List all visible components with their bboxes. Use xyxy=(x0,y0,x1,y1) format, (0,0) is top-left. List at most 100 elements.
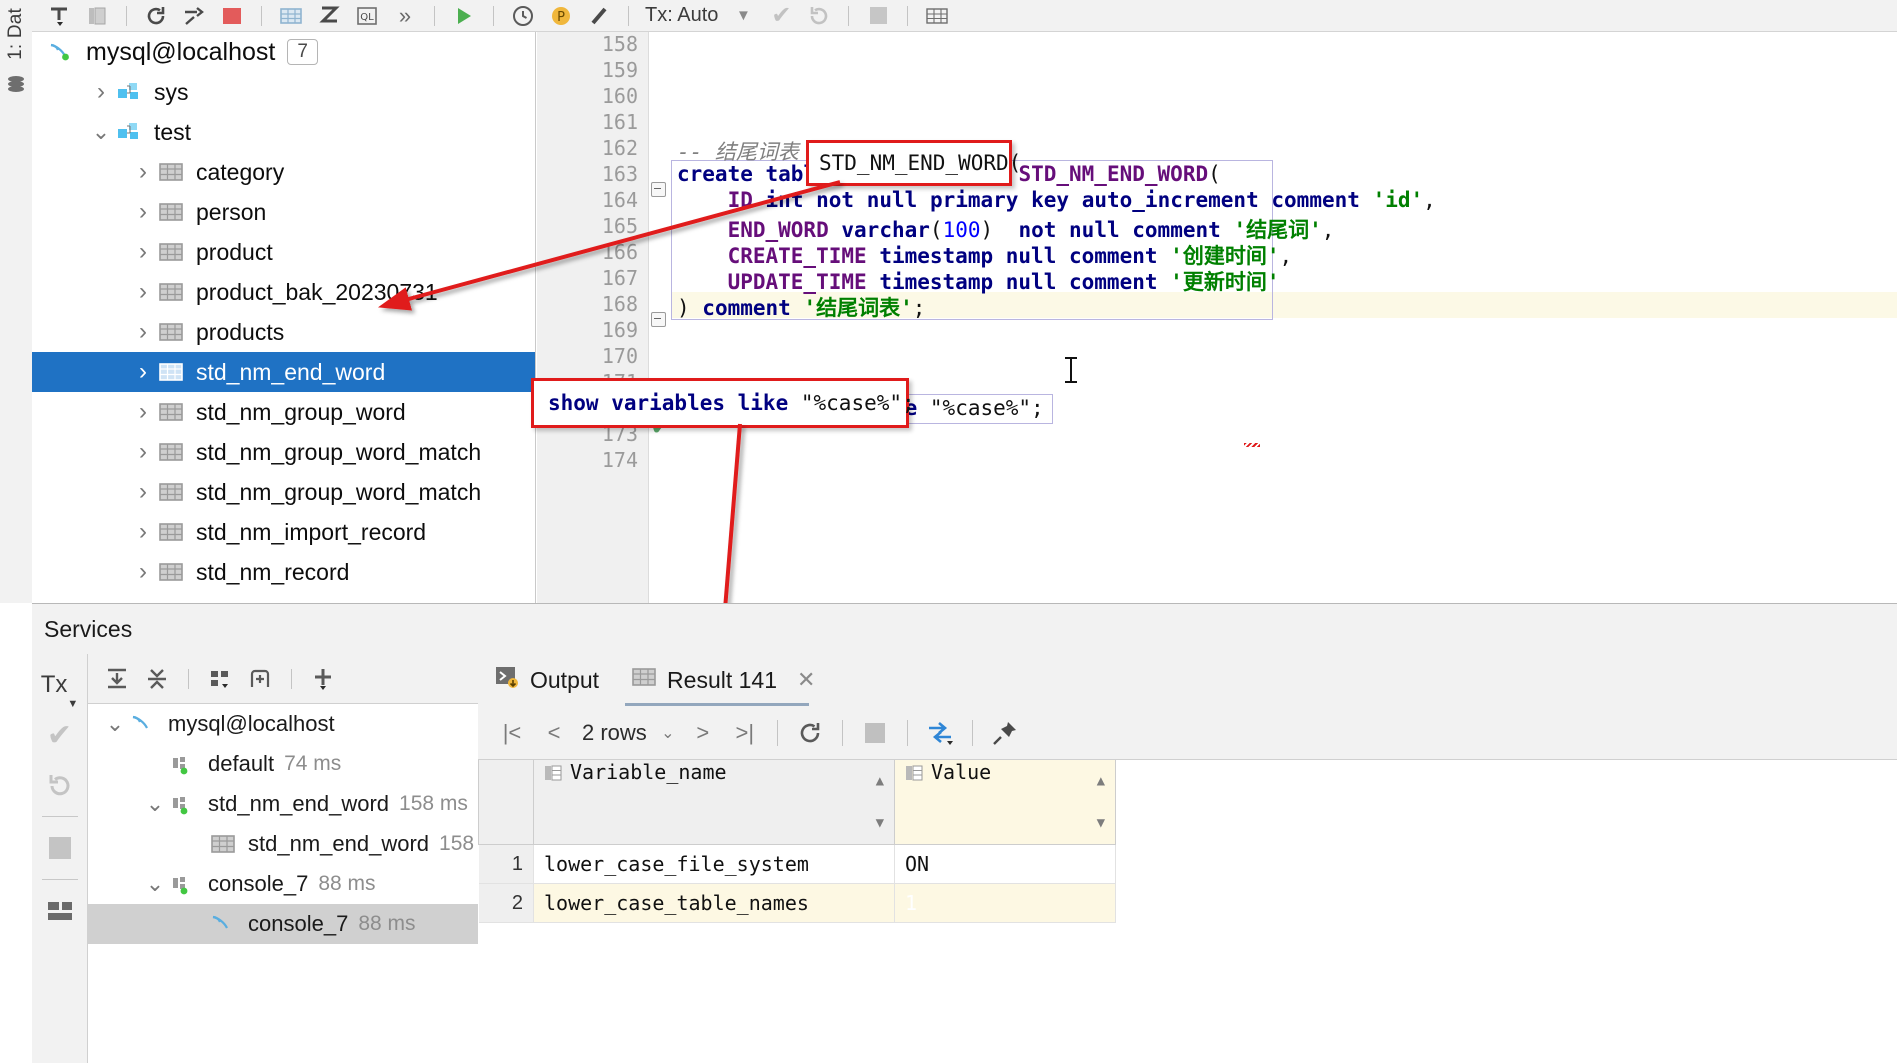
chevron-right-icon[interactable]: › xyxy=(130,438,156,466)
database-icon[interactable] xyxy=(5,74,27,102)
chevron-right-icon[interactable]: › xyxy=(130,278,156,306)
editor-code-area[interactable]: 158159160161162-- 结尾词表163create table if… xyxy=(537,32,1897,603)
pin-icon[interactable] xyxy=(985,713,1025,753)
db-tree-item-test[interactable]: ⌄ test xyxy=(32,112,535,152)
db-tree-item-std_nm_group_word_match[interactable]: › std_nm_group_word_match xyxy=(32,472,535,512)
tx-mode-label[interactable]: Tx: Auto xyxy=(645,4,718,27)
sql-editor[interactable]: 158159160161162-- 结尾词表163create table if… xyxy=(537,32,1897,603)
more-icon[interactable]: » xyxy=(388,2,422,30)
chevron-down-icon[interactable]: ⌄ xyxy=(102,711,128,737)
db-tree-item-category[interactable]: › category xyxy=(32,152,535,192)
last-page-button[interactable]: >| xyxy=(725,713,765,753)
close-icon[interactable]: ✕ xyxy=(797,667,815,693)
row-count-chevron-down-icon[interactable]: ⌄ xyxy=(655,713,681,753)
commit-icon[interactable]: ✔ xyxy=(38,710,82,760)
chevron-right-icon[interactable]: › xyxy=(130,478,156,506)
layout-icon[interactable] xyxy=(38,886,82,936)
services-tree-item-std_nm_end_word[interactable]: std_nm_end_word 158 m xyxy=(88,824,478,864)
services-tree-item-console_7[interactable]: ⌄ console_7 88 ms xyxy=(88,864,478,904)
db-tree-item-products[interactable]: › products xyxy=(32,312,535,352)
result-tab-result-141[interactable]: Result 141 ✕ xyxy=(615,654,831,706)
chevron-right-icon[interactable]: › xyxy=(130,318,156,346)
result-grid[interactable]: Variable_name ▲ ▼ Value ▲ ▼ 1 lower_case_file_… xyxy=(478,760,1897,1063)
chevron-right-icon[interactable]: › xyxy=(130,238,156,266)
db-tree-item-product[interactable]: › product xyxy=(32,232,535,272)
edit-icon[interactable] xyxy=(582,2,616,30)
result-cell[interactable]: lower_case_file_system xyxy=(533,844,895,884)
fold-marker-open[interactable] xyxy=(651,182,666,197)
db-tree-item-sys[interactable]: › sys xyxy=(32,72,535,112)
services-tree-item-console_7[interactable]: console_7 88 ms xyxy=(88,904,478,944)
chevron-right-icon[interactable]: › xyxy=(130,518,156,546)
result-row[interactable]: 2 lower_case_table_names 1 xyxy=(478,883,1116,923)
chevron-right-icon[interactable]: › xyxy=(130,198,156,226)
stop-icon[interactable] xyxy=(215,2,249,30)
add-tab-icon[interactable] xyxy=(243,665,277,693)
chevron-right-icon[interactable]: › xyxy=(130,398,156,426)
chevron-right-icon[interactable]: › xyxy=(130,558,156,586)
database-tree-panel[interactable]: mysql@localhost 7 › sys ⌄ test › category › per… xyxy=(32,32,536,603)
editor-code-line[interactable]: ID int not null primary key auto_increme… xyxy=(677,188,1436,212)
chevron-right-icon[interactable]: › xyxy=(130,358,156,386)
column-header-variable_name[interactable]: Variable_name ▲ ▼ xyxy=(533,760,895,845)
stop-square-icon[interactable] xyxy=(861,2,895,30)
commit-check-icon[interactable]: ✔ xyxy=(764,2,798,30)
copy-icon[interactable] xyxy=(80,2,114,30)
group-by-icon[interactable] xyxy=(203,665,237,693)
rollback-icon[interactable] xyxy=(802,2,836,30)
data-grid-icon[interactable] xyxy=(920,2,954,30)
sync-wrench-icon[interactable] xyxy=(177,2,211,30)
result-row[interactable]: 1 lower_case_file_system ON xyxy=(478,844,1116,884)
services-tree-item-std_nm_end_word[interactable]: ⌄ std_nm_end_word 158 ms xyxy=(88,784,478,824)
services-tree[interactable]: ⌄ mysql@localhost default 74 ms ⌄ std_nm_end_… xyxy=(88,704,479,1063)
expand-all-icon[interactable] xyxy=(100,665,134,693)
chevron-right-icon[interactable]: › xyxy=(130,158,156,186)
chevron-down-icon[interactable]: ⌄ xyxy=(88,119,114,145)
result-cell[interactable]: 1 xyxy=(894,883,1116,923)
add-icon[interactable] xyxy=(42,2,76,30)
database-tool-window-label[interactable]: 1: Dat xyxy=(5,8,27,60)
run-icon[interactable] xyxy=(447,2,481,30)
db-tree-item-std_nm_import_record[interactable]: › std_nm_import_record xyxy=(32,512,535,552)
column-header-value[interactable]: Value ▲ ▼ xyxy=(894,760,1116,845)
profile-icon[interactable]: P xyxy=(544,2,578,30)
table-icon[interactable] xyxy=(274,2,308,30)
chevron-down-icon[interactable]: ⌄ xyxy=(142,791,168,817)
result-cell[interactable]: lower_case_table_names xyxy=(533,883,895,923)
reload-icon[interactable] xyxy=(790,713,830,753)
fold-marker-close[interactable] xyxy=(651,312,666,327)
tx-mode-icon[interactable]: Tx ▼ xyxy=(38,660,82,710)
results-tabbar[interactable]: Output Result 141 ✕ xyxy=(478,654,1897,707)
stop-icon[interactable] xyxy=(855,713,895,753)
refresh-icon[interactable] xyxy=(139,2,173,30)
db-tree-item-std_nm_record[interactable]: › std_nm_record xyxy=(32,552,535,592)
collapse-all-icon[interactable] xyxy=(140,665,174,693)
rollback-icon[interactable] xyxy=(38,760,82,810)
result-table-body[interactable]: 1 lower_case_file_system ON 2 lower_case_tab… xyxy=(478,844,1116,923)
next-page-button[interactable]: > xyxy=(683,713,723,753)
db-tree-item-std_nm_end_word[interactable]: › std_nm_end_word xyxy=(32,352,535,392)
chevron-down-icon[interactable]: ▼ xyxy=(726,2,760,30)
transpose-icon[interactable] xyxy=(920,713,960,753)
first-page-button[interactable]: |< xyxy=(492,713,532,753)
services-tree-item-default[interactable]: default 74 ms xyxy=(88,744,478,784)
prev-page-button[interactable]: < xyxy=(534,713,574,753)
sort-icon[interactable]: ▲ ▼ xyxy=(1097,760,1105,844)
result-cell[interactable]: ON xyxy=(894,844,1116,884)
modify-icon[interactable] xyxy=(312,2,346,30)
query-console-icon[interactable]: QL xyxy=(350,2,384,30)
services-tree-item-mysql@localhost[interactable]: ⌄ mysql@localhost xyxy=(88,704,478,744)
chevron-right-icon[interactable]: › xyxy=(88,78,114,106)
db-tree-item-person[interactable]: › person xyxy=(32,192,535,232)
chevron-down-icon[interactable]: ⌄ xyxy=(142,871,168,897)
db-tree-rows[interactable]: › sys ⌄ test › category › person › product › produc… xyxy=(32,72,535,592)
db-tree-item-product_bak_20230731[interactable]: › product_bak_20230731 xyxy=(32,272,535,312)
stop-icon[interactable] xyxy=(38,823,82,873)
editor-code-line[interactable]: ) comment '结尾词表'; xyxy=(677,292,925,322)
history-icon[interactable] xyxy=(506,2,540,30)
db-tree-item-std_nm_group_word[interactable]: › std_nm_group_word xyxy=(32,392,535,432)
result-tab-output[interactable]: Output xyxy=(478,654,615,706)
add-icon[interactable] xyxy=(306,665,340,693)
db-tree-root[interactable]: mysql@localhost 7 xyxy=(32,32,535,72)
sort-icon[interactable]: ▲ ▼ xyxy=(876,760,884,844)
